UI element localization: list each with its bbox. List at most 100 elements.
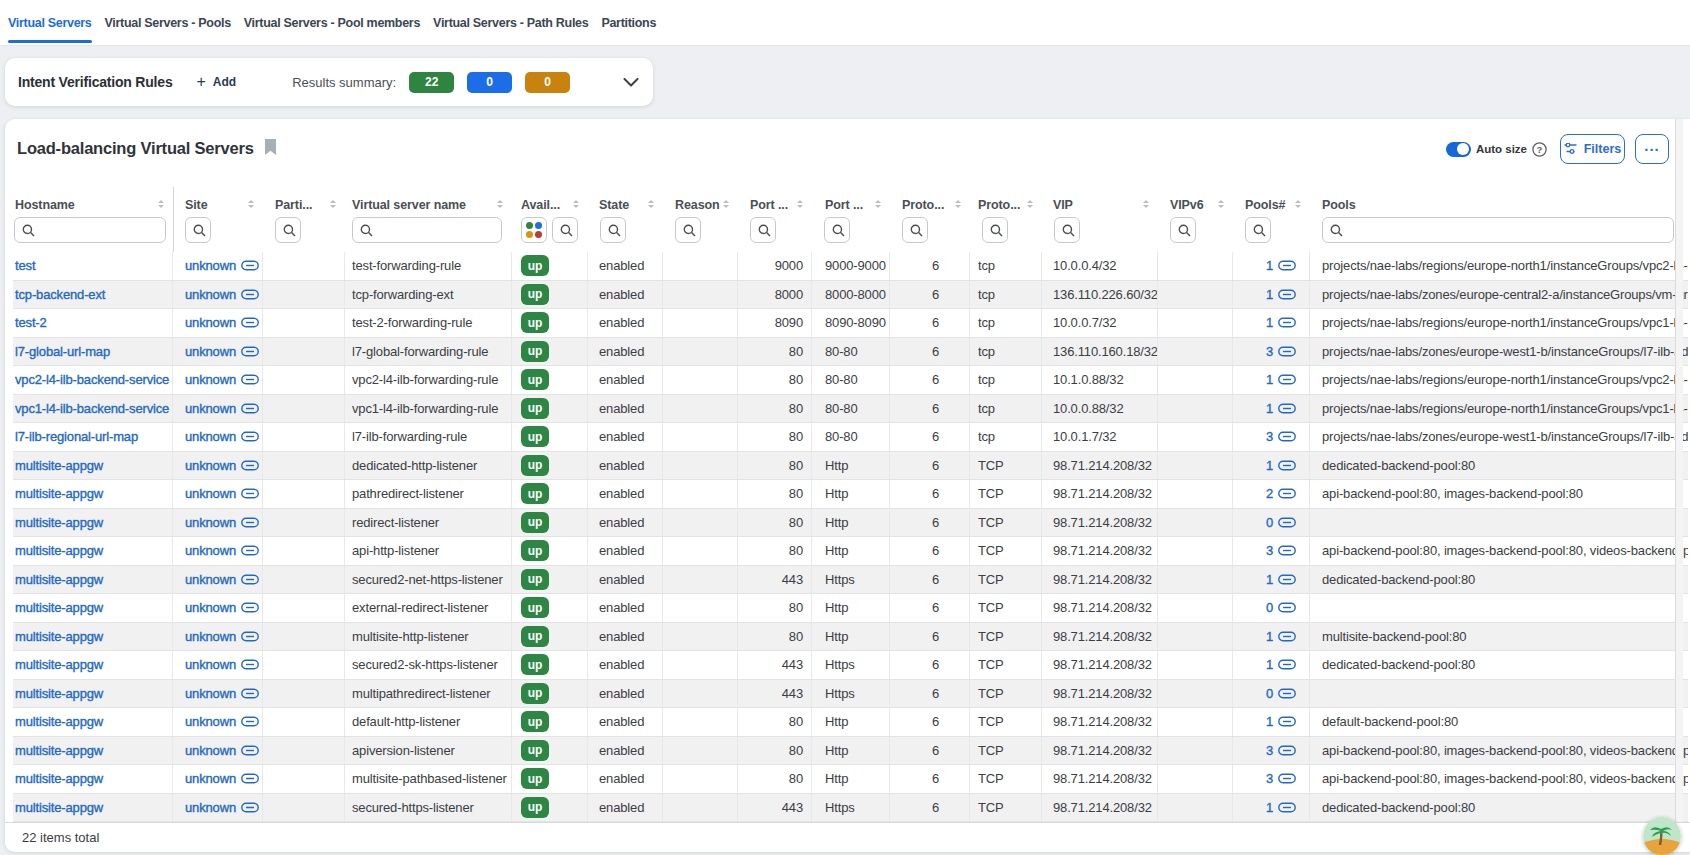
hostname-link[interactable]: multisite-appgw: [15, 543, 103, 558]
site-link[interactable]: unknown: [185, 486, 259, 501]
column-header-avail[interactable]: Avail...: [512, 187, 588, 217]
column-header-vsname[interactable]: Virtual server name: [345, 187, 512, 217]
column-header-hostname[interactable]: Hostname: [13, 187, 173, 217]
sort-icon[interactable]: [1218, 200, 1224, 208]
sort-icon[interactable]: [875, 200, 881, 208]
hostname-link[interactable]: multisite-appgw: [15, 600, 103, 615]
site-link[interactable]: unknown: [185, 771, 259, 786]
pools-count-link[interactable]: 1: [1266, 372, 1296, 387]
sort-icon[interactable]: [497, 200, 503, 208]
tab-virtual-servers[interactable]: Virtual Servers: [8, 0, 92, 45]
vipv6-search-input[interactable]: [1170, 217, 1196, 243]
hostname-link[interactable]: multisite-appgw: [15, 686, 103, 701]
site-link[interactable]: unknown: [185, 800, 259, 815]
filters-button[interactable]: Filters: [1560, 134, 1625, 164]
hostname-link[interactable]: multisite-appgw: [15, 800, 103, 815]
column-header-reason[interactable]: Reason: [663, 187, 738, 217]
port1-search-input[interactable]: [750, 217, 776, 243]
hostname-link[interactable]: vpc1-l4-ilb-backend-service: [15, 401, 169, 416]
site-link[interactable]: unknown: [185, 629, 259, 644]
tab-virtual-servers-pool-members[interactable]: Virtual Servers - Pool members: [244, 0, 420, 45]
site-link[interactable]: unknown: [185, 344, 259, 359]
pools-count-link[interactable]: 1: [1266, 629, 1296, 644]
column-header-vipv6[interactable]: VIPv6: [1158, 187, 1233, 217]
pools-count-link[interactable]: 0: [1266, 686, 1296, 701]
pools-count-link[interactable]: 1: [1266, 258, 1296, 273]
passed-count-badge[interactable]: 22: [409, 72, 454, 93]
floating-widget[interactable]: [1643, 817, 1681, 855]
hostname-link[interactable]: vpc2-l4-ilb-backend-service: [15, 372, 169, 387]
site-link[interactable]: unknown: [185, 572, 259, 587]
proto1-search-input[interactable]: [902, 217, 928, 243]
avail-search-input[interactable]: [552, 217, 578, 243]
hostname-link[interactable]: multisite-appgw: [15, 629, 103, 644]
info-count-badge[interactable]: 0: [467, 72, 512, 93]
hostname-link[interactable]: l7-global-url-map: [15, 344, 110, 359]
pools-count-link[interactable]: 1: [1266, 657, 1296, 672]
bookmark-icon[interactable]: [264, 139, 277, 156]
sort-icon[interactable]: [330, 200, 336, 208]
reason-search-input[interactable]: [675, 217, 701, 243]
pools-count-link[interactable]: 1: [1266, 714, 1296, 729]
sort-icon[interactable]: [1027, 200, 1033, 208]
pools-count-link[interactable]: 3: [1266, 344, 1296, 359]
site-link[interactable]: unknown: [185, 458, 259, 473]
partition-search-input[interactable]: [275, 217, 301, 243]
port2-search-input[interactable]: [824, 217, 850, 243]
pools-count-link[interactable]: 3: [1266, 771, 1296, 786]
sort-icon[interactable]: [158, 200, 164, 208]
site-link[interactable]: unknown: [185, 258, 259, 273]
hostname-link[interactable]: multisite-appgw: [15, 515, 103, 530]
add-rule-button[interactable]: + Add: [196, 74, 236, 90]
pools-count-link[interactable]: 0: [1266, 515, 1296, 530]
auto-size-toggle[interactable]: [1446, 142, 1471, 157]
pools-count-link[interactable]: 1: [1266, 458, 1296, 473]
pools-search-input[interactable]: [1322, 217, 1674, 243]
site-link[interactable]: unknown: [185, 287, 259, 302]
expand-intent-bar-button[interactable]: [623, 78, 639, 87]
pools-count-link[interactable]: 1: [1266, 800, 1296, 815]
column-header-vip[interactable]: VIP: [1042, 187, 1158, 217]
hostname-search-input[interactable]: [14, 217, 166, 243]
more-options-button[interactable]: ...: [1635, 134, 1669, 164]
pools-count-link[interactable]: 1: [1266, 315, 1296, 330]
tab-virtual-servers-pools[interactable]: Virtual Servers - Pools: [105, 0, 231, 45]
hostname-link[interactable]: test-2: [15, 315, 47, 330]
pools-count-link[interactable]: 3: [1266, 743, 1296, 758]
state-search-input[interactable]: [600, 217, 626, 243]
pools-count-link[interactable]: 1: [1266, 401, 1296, 416]
site-link[interactable]: unknown: [185, 714, 259, 729]
site-link[interactable]: unknown: [185, 372, 259, 387]
pools-count-link[interactable]: 3: [1266, 543, 1296, 558]
proto2-search-input[interactable]: [982, 217, 1008, 243]
vip-search-input[interactable]: [1054, 217, 1080, 243]
site-link[interactable]: unknown: [185, 600, 259, 615]
hostname-link[interactable]: multisite-appgw: [15, 771, 103, 786]
sort-icon[interactable]: [955, 200, 961, 208]
tab-partitions[interactable]: Partitions: [601, 0, 656, 45]
column-header-port1[interactable]: Port ...: [738, 187, 812, 217]
hostname-link[interactable]: multisite-appgw: [15, 458, 103, 473]
sort-icon[interactable]: [797, 200, 803, 208]
vsname-search-input[interactable]: [352, 217, 502, 243]
column-header-site[interactable]: Site: [173, 187, 263, 217]
hostname-link[interactable]: tcp-backend-ext: [15, 287, 105, 302]
column-header-port2[interactable]: Port ...: [812, 187, 890, 217]
site-link[interactable]: unknown: [185, 543, 259, 558]
sort-icon[interactable]: [1295, 200, 1301, 208]
pools-count-link[interactable]: 1: [1266, 572, 1296, 587]
sort-icon[interactable]: [648, 200, 654, 208]
pools_count-search-input[interactable]: [1245, 217, 1271, 243]
hostname-link[interactable]: multisite-appgw: [15, 486, 103, 501]
availability-legend-filter-button[interactable]: [521, 217, 547, 243]
warning-count-badge[interactable]: 0: [525, 72, 570, 93]
site-link[interactable]: unknown: [185, 743, 259, 758]
pools-count-link[interactable]: 1: [1266, 287, 1296, 302]
site-link[interactable]: unknown: [185, 686, 259, 701]
pools-count-link[interactable]: 0: [1266, 600, 1296, 615]
column-header-proto1[interactable]: Proto...: [890, 187, 970, 217]
site-search-input[interactable]: [185, 217, 211, 243]
pools-count-link[interactable]: 3: [1266, 429, 1296, 444]
sort-icon[interactable]: [723, 200, 729, 208]
site-link[interactable]: unknown: [185, 657, 259, 672]
